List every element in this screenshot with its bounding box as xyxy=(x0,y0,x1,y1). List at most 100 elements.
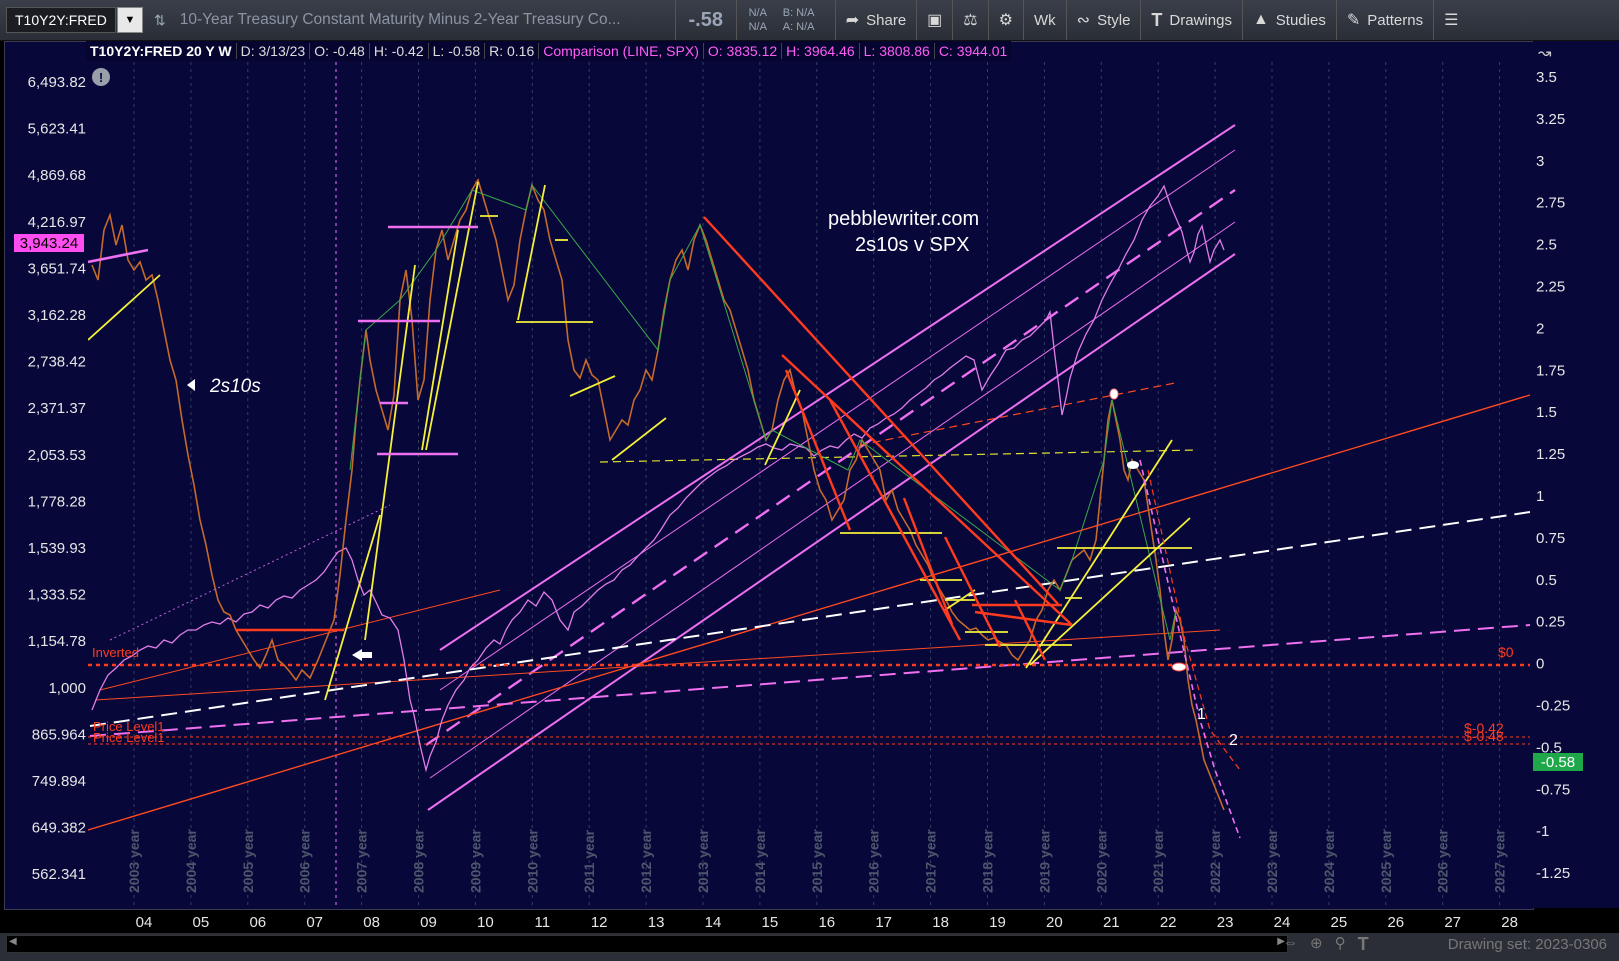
time-axis-tick: 09 xyxy=(420,914,437,931)
pan-icon[interactable]: ⇔ xyxy=(1283,934,1298,955)
channel-upper xyxy=(439,124,1236,651)
left-price-axis: 6,493.82 5,623.41 4,869.68 4,216.97 3,651.74… xyxy=(28,74,86,883)
spx-line xyxy=(91,184,1225,773)
year-label: 2026 year xyxy=(1435,829,1451,893)
year-label: 2027 year xyxy=(1492,829,1508,893)
year-label: 2014 year xyxy=(752,829,768,893)
right-axis-tick: 3.5 xyxy=(1536,69,1557,86)
left-axis-tick: 1,778.28 xyxy=(28,493,86,510)
left-axis-tick: 5,623.41 xyxy=(28,121,86,138)
year-label: 2011 year xyxy=(581,829,597,893)
magenta-range-lines xyxy=(88,225,478,456)
year-label: 2021 year xyxy=(1150,829,1166,893)
header-comparison: Comparison (LINE, SPX) xyxy=(539,43,704,59)
right-axis-tick: -0.75 xyxy=(1536,781,1570,798)
spread-line xyxy=(91,178,1225,811)
header-date: D: 3/13/23 xyxy=(237,43,311,59)
year-label: 2025 year xyxy=(1378,829,1394,893)
chart-symbol: T10Y2Y:FRED 20 Y W xyxy=(86,43,237,59)
year-label: 2003 year xyxy=(126,829,142,893)
chart-header: T10Y2Y:FRED 20 Y W D: 3/13/23 O: -0.48 H… xyxy=(86,41,1012,61)
time-axis-tick: 24 xyxy=(1274,914,1291,931)
horizontal-scrollbar[interactable]: ◀ ▶ xyxy=(6,935,1288,953)
right-axis-tick: 2.25 xyxy=(1536,279,1565,296)
subtitle-label: 2s10s v SPX xyxy=(855,234,970,256)
right-axis-tick: 0.5 xyxy=(1536,572,1557,589)
left-axis-tick: 2,738.42 xyxy=(28,354,86,371)
magenta-dashed-trend xyxy=(89,624,1530,737)
right-axis-tick: -1.25 xyxy=(1536,865,1570,882)
time-axis-tick: 08 xyxy=(363,914,380,931)
scroll-left-icon[interactable]: ◀ xyxy=(9,936,17,947)
white-arrow-icon xyxy=(352,649,362,661)
marker-point-1 xyxy=(1109,388,1119,400)
red-trend-a xyxy=(99,589,501,691)
time-axis-tick: 13 xyxy=(648,914,665,931)
year-label: 2007 year xyxy=(354,829,370,893)
expand-icon[interactable]: ↝ xyxy=(1538,45,1552,62)
year-label: 2009 year xyxy=(467,829,483,893)
right-axis-tick: 0.75 xyxy=(1536,530,1565,547)
left-price-badge: 3,943.24 xyxy=(20,235,78,252)
wave-label-2: 2 xyxy=(1229,732,1238,749)
site-label: pebblewriter.com xyxy=(828,208,979,230)
left-axis-tick: 1,333.52 xyxy=(28,587,86,604)
year-label: 2016 year xyxy=(866,829,882,893)
year-label: 2015 year xyxy=(809,829,825,893)
year-label: 2019 year xyxy=(1036,829,1052,893)
year-label: 2005 year xyxy=(240,829,256,893)
yellow-dashed xyxy=(599,449,1199,463)
red-zigzag xyxy=(236,216,1073,661)
time-axis-tick: 04 xyxy=(136,914,153,931)
right-axis-tick: 1 xyxy=(1536,488,1544,505)
time-axis: 04 05 06 07 08 09 10 11 12 13 14 15 16 17 18 19 20 21 22 23… xyxy=(136,914,1518,931)
red-trend-low xyxy=(88,394,1530,831)
comparison-high: H: 3964.46 xyxy=(782,43,860,59)
zoom-tools: ⇔ ⊕ ⚲ T xyxy=(1283,934,1369,955)
time-axis-tick: 12 xyxy=(591,914,608,931)
left-axis-tick: 3,162.28 xyxy=(28,307,86,324)
left-axis-tick: 1,539.93 xyxy=(28,540,86,557)
projection-red-dashed xyxy=(1147,469,1241,771)
time-axis-tick: 19 xyxy=(989,914,1006,931)
time-axis-tick: 05 xyxy=(193,914,210,931)
time-axis-tick: 11 xyxy=(535,914,551,931)
right-axis-tick: -1 xyxy=(1536,823,1549,840)
time-axis-tick: 07 xyxy=(306,914,323,931)
vertical-grid xyxy=(133,62,1501,905)
time-axis-tick: 18 xyxy=(932,914,949,931)
time-axis-tick: 27 xyxy=(1444,914,1461,931)
year-label: 2006 year xyxy=(297,829,313,893)
header-high: H: -0.42 xyxy=(370,43,429,59)
white-dashed-trend xyxy=(89,511,1530,727)
right-axis-tick: 3 xyxy=(1536,153,1544,170)
time-axis-tick: 28 xyxy=(1501,914,1518,931)
marker-point-2 xyxy=(1127,461,1139,469)
header-open: O: -0.48 xyxy=(310,43,370,59)
zoom-icon[interactable]: ⚲ xyxy=(1335,934,1346,955)
spread-green-segments xyxy=(349,183,1177,641)
level-label-b: $-0.48 xyxy=(1464,728,1504,744)
header-low: L: -0.58 xyxy=(429,43,486,59)
time-axis-tick: 22 xyxy=(1160,914,1177,931)
header-close: R: 0.16 xyxy=(485,43,540,59)
year-label: 2024 year xyxy=(1321,829,1337,893)
year-label: 2012 year xyxy=(638,829,654,893)
chart-svg[interactable]: 6,493.82 5,623.41 4,869.68 4,216.97 3,651.74… xyxy=(0,0,1619,933)
year-label: 2017 year xyxy=(923,829,939,893)
right-axis-tick: 3.25 xyxy=(1536,111,1565,128)
left-axis-tick: 4,869.68 xyxy=(28,167,86,184)
crosshair-icon[interactable]: ⊕ xyxy=(1310,934,1323,955)
right-axis-tick: 2.5 xyxy=(1536,237,1557,254)
comparison-open: O: 3835.12 xyxy=(704,43,783,59)
time-axis-tick: 14 xyxy=(705,914,722,931)
inverted-label: Inverted xyxy=(92,645,139,660)
left-arrow-icon xyxy=(187,379,195,391)
left-axis-tick: 749.894 xyxy=(32,773,86,790)
drawing-set-label[interactable]: Drawing set: 2023-0306 xyxy=(1448,936,1607,953)
text-tool-icon[interactable]: T xyxy=(1358,934,1369,955)
time-axis-tick: 26 xyxy=(1387,914,1404,931)
right-axis-tick: 1.75 xyxy=(1536,362,1565,379)
time-axis-tick: 06 xyxy=(249,914,266,931)
year-label: 2010 year xyxy=(524,829,540,893)
